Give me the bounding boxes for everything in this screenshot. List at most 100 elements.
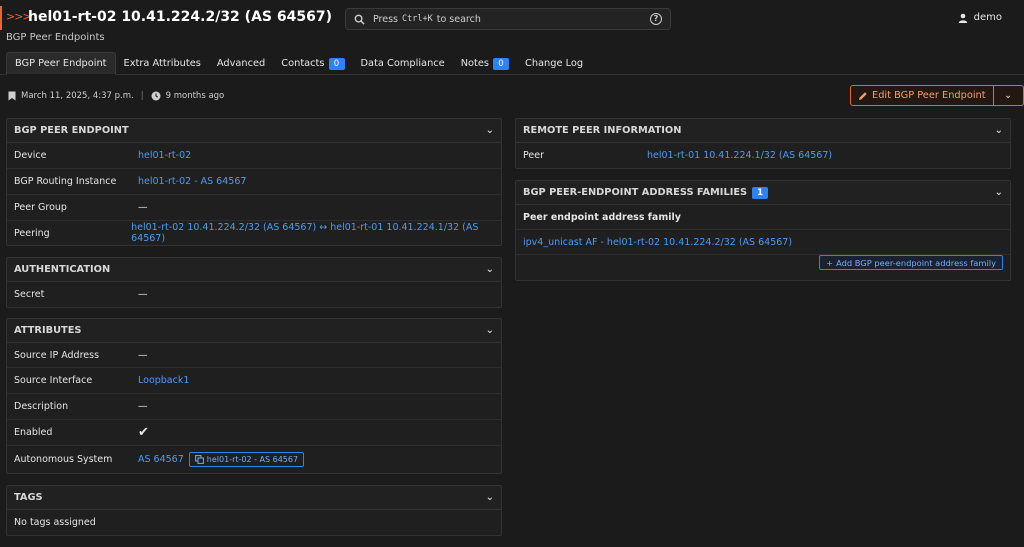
chevron-down-icon[interactable]: ⌄ — [486, 125, 494, 136]
chevron-down-icon[interactable]: ⌄ — [995, 187, 1003, 198]
source-ip-value: — — [138, 349, 148, 361]
edit-button-label: Edit BGP Peer Endpoint — [872, 90, 986, 101]
edit-bgp-peer-endpoint-button[interactable]: Edit BGP Peer Endpoint — [850, 85, 994, 106]
tab-change-log[interactable]: Change Log — [517, 52, 591, 75]
panel-header[interactable]: AUTHENTICATION ⌄ — [7, 258, 501, 282]
attributes-panel: ATTRIBUTES ⌄ Source IP Address — Source … — [6, 318, 502, 474]
tab-contacts[interactable]: Contacts 0 — [273, 52, 352, 75]
copy-icon — [194, 455, 204, 464]
tab-advanced[interactable]: Advanced — [209, 52, 273, 75]
chevron-down-icon[interactable]: ⌄ — [486, 264, 494, 275]
row-label: Description — [14, 401, 69, 412]
table-row: Peer Group — — [7, 195, 501, 221]
authentication-panel: AUTHENTICATION ⌄ Secret — — [6, 257, 502, 308]
panel-title: TAGS — [14, 492, 43, 503]
page-subtitle[interactable]: BGP Peer Endpoints — [6, 32, 105, 43]
row-label: Peer Group — [14, 202, 67, 213]
chevron-down-icon: ⌄ — [1004, 90, 1013, 101]
panel-title: BGP PEER ENDPOINT — [14, 125, 129, 136]
remote-peer-link[interactable]: hel01-rt-01 10.41.224.1/32 (AS 64567) — [647, 150, 832, 161]
contacts-count-badge: 0 — [328, 57, 345, 70]
tab-label: Notes — [460, 57, 489, 69]
row-label: BGP Routing Instance — [14, 176, 117, 187]
tab-bar: BGP Peer Endpoint Extra Attributes Advan… — [0, 52, 1024, 75]
panel-title: AUTHENTICATION — [14, 264, 111, 275]
panel-header[interactable]: ATTRIBUTES ⌄ — [7, 319, 501, 343]
user-icon — [958, 13, 967, 23]
tags-empty-text: No tags assigned — [14, 517, 96, 528]
panel-header[interactable]: TAGS ⌄ — [7, 486, 501, 510]
tab-notes[interactable]: Notes 0 — [453, 52, 517, 75]
table-row: Device hel01-rt-02 — [7, 143, 501, 169]
row-label: Source Interface — [14, 375, 93, 386]
panel-header[interactable]: BGP PEER-ENDPOINT ADDRESS FAMILIES 1 ⌄ — [516, 181, 1010, 205]
page-title: hel01-rt-02 10.41.224.2/32 (AS 64567) — [28, 9, 332, 25]
address-family-link[interactable]: ipv4_unicast AF - hel01-rt-02 10.41.224.… — [523, 237, 792, 248]
created-date: March 11, 2025, 4:37 p.m. — [21, 91, 134, 101]
panel-title: BGP PEER-ENDPOINT ADDRESS FAMILIES — [523, 187, 748, 198]
search-shortcut: Ctrl+K — [402, 14, 433, 24]
help-icon[interactable]: ? — [650, 13, 662, 25]
tab-label: Contacts — [281, 57, 325, 69]
add-address-family-button[interactable]: + Add BGP peer-endpoint address family — [819, 255, 1003, 270]
peering-link[interactable]: hel01-rt-02 10.41.224.2/32 (AS 64567) ↔ … — [131, 222, 494, 244]
tab-label: Change Log — [525, 57, 584, 69]
table-row: Autonomous System AS 64567 hel01-rt-02 -… — [7, 446, 501, 473]
autonomous-system-link[interactable]: AS 64567 — [138, 454, 184, 465]
panel-header[interactable]: REMOTE PEER INFORMATION ⌄ — [516, 119, 1010, 143]
remote-peer-panel: REMOTE PEER INFORMATION ⌄ Peer hel01-rt-… — [515, 118, 1011, 169]
search-suffix: to search — [436, 13, 481, 25]
bookmark-icon — [8, 91, 16, 101]
device-link[interactable]: hel01-rt-02 — [138, 150, 191, 161]
peer-group-value: — — [138, 202, 148, 213]
edit-dropdown-toggle[interactable]: ⌄ — [993, 85, 1024, 106]
row-label: Enabled — [14, 427, 53, 438]
breadcrumb-arrows[interactable]: >>> — [6, 10, 32, 23]
row-label: Autonomous System — [14, 454, 113, 465]
row-label: Peering — [14, 227, 50, 239]
user-menu[interactable]: demo — [958, 12, 1002, 23]
enabled-check-icon: ✔ — [138, 425, 149, 440]
routing-instance-button-label: hel01-rt-02 - AS 64567 — [206, 455, 299, 464]
bgp-peer-endpoint-panel: BGP PEER ENDPOINT ⌄ Device hel01-rt-02 B… — [6, 118, 502, 246]
search-icon — [354, 14, 365, 25]
add-button-label: Add BGP peer-endpoint address family — [836, 257, 996, 268]
table-row: Source IP Address — — [7, 343, 501, 368]
object-meta: March 11, 2025, 4:37 p.m. | 9 months ago — [8, 91, 224, 101]
tab-bgp-peer-endpoint[interactable]: BGP Peer Endpoint — [6, 52, 116, 75]
routing-instance-button[interactable]: hel01-rt-02 - AS 64567 — [188, 452, 305, 467]
chevron-down-icon[interactable]: ⌄ — [486, 492, 494, 503]
panel-title-group: BGP PEER-ENDPOINT ADDRESS FAMILIES 1 — [523, 186, 769, 199]
clock-icon — [151, 91, 161, 101]
last-updated: 9 months ago — [165, 91, 225, 101]
row-label: Secret — [14, 289, 45, 300]
tab-extra-attributes[interactable]: Extra Attributes — [116, 52, 209, 75]
row-label: Source IP Address — [14, 349, 100, 361]
address-family-count-badge: 1 — [752, 186, 769, 199]
table-row: ipv4_unicast AF - hel01-rt-02 10.41.224.… — [516, 230, 1010, 255]
tags-panel: TAGS ⌄ No tags assigned — [6, 485, 502, 536]
table-row: BGP Routing Instance hel01-rt-02 - AS 64… — [7, 169, 501, 195]
search-input[interactable]: Press Ctrl+K to search ? — [345, 8, 671, 30]
row-label: Device — [14, 150, 47, 161]
description-value: — — [138, 401, 148, 412]
table-row: No tags assigned — [7, 510, 501, 535]
pencil-icon — [859, 91, 867, 100]
panel-header[interactable]: BGP PEER ENDPOINT ⌄ — [7, 119, 501, 143]
table-header-row: Peer endpoint address family — [516, 205, 1010, 230]
routing-instance-link[interactable]: hel01-rt-02 - AS 64567 — [138, 176, 246, 187]
chevron-down-icon[interactable]: ⌄ — [486, 325, 494, 336]
tab-data-compliance[interactable]: Data Compliance — [353, 52, 453, 75]
tab-label: BGP Peer Endpoint — [15, 57, 107, 69]
table-row: Description — — [7, 394, 501, 420]
source-interface-link[interactable]: Loopback1 — [138, 375, 189, 386]
secret-value: — — [138, 289, 148, 300]
notes-count-badge: 0 — [493, 57, 509, 70]
address-families-panel: BGP PEER-ENDPOINT ADDRESS FAMILIES 1 ⌄ P… — [515, 180, 1011, 281]
table-row: Peering hel01-rt-02 10.41.224.2/32 (AS 6… — [7, 221, 501, 245]
search-prefix: Press — [373, 13, 399, 25]
edit-button-group: Edit BGP Peer Endpoint ⌄ — [850, 85, 1024, 106]
chevron-down-icon[interactable]: ⌄ — [995, 125, 1003, 136]
panel-title: ATTRIBUTES — [14, 325, 82, 336]
table-row: Secret — — [7, 282, 501, 307]
